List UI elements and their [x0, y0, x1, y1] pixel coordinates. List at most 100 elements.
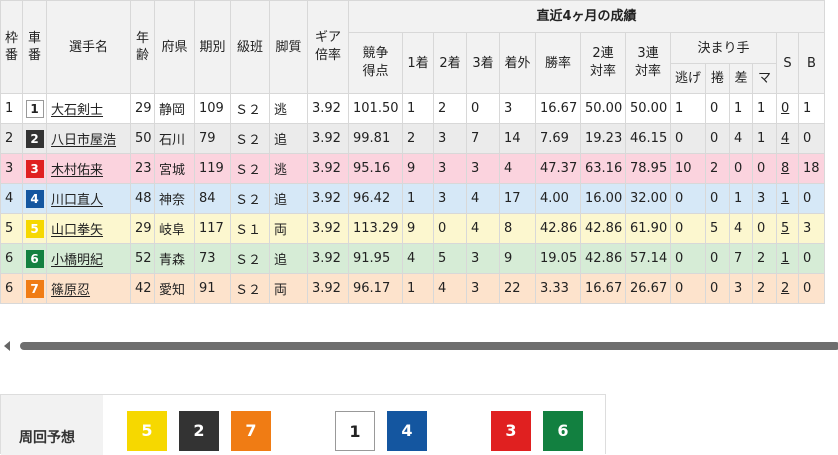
cell-third: 0 — [466, 93, 500, 124]
cell-name: 篠原忍 — [46, 273, 131, 304]
cell-term: 79 — [194, 123, 231, 154]
header-makuri: 捲 — [705, 63, 730, 94]
s-count-link[interactable]: 4 — [781, 131, 789, 146]
cell-waku: 2 — [0, 123, 23, 154]
header-name: 選手名 — [46, 0, 131, 94]
s-count-link[interactable]: 2 — [781, 281, 789, 296]
cell-second: 3 — [433, 153, 467, 184]
entry-table: 枠番 車番 選手名 年齢 府県 期別 級班 脚質 ギア倍率 直近4ヶ月の成績 競… — [0, 0, 825, 304]
cell-nige: 0 — [670, 123, 706, 154]
rider-name-link[interactable]: 川口直人 — [51, 193, 103, 208]
cell-pref: 愛知 — [154, 273, 195, 304]
prediction-bike-badge: 2 — [179, 411, 219, 451]
prediction-bike-badge: 5 — [127, 411, 167, 451]
cell-term: 84 — [194, 183, 231, 214]
cell-ren3: 50.00 — [625, 93, 671, 124]
cell-pref: 宮城 — [154, 153, 195, 184]
cell-sha: 1 — [22, 93, 47, 124]
cell-s: 5 — [776, 213, 799, 244]
cell-b: 3 — [798, 213, 825, 244]
entry-table-container: 枠番 車番 選手名 年齢 府県 期別 級班 脚質 ギア倍率 直近4ヶ月の成績 競… — [0, 0, 838, 320]
cell-ren3: 26.67 — [625, 273, 671, 304]
s-count-link[interactable]: 0 — [781, 101, 789, 116]
horizontal-scrollbar[interactable] — [0, 337, 838, 355]
s-count-link[interactable]: 1 — [781, 251, 789, 266]
cell-win: 47.37 — [535, 153, 581, 184]
cell-b: 1 — [798, 93, 825, 124]
cell-term: 117 — [194, 213, 231, 244]
cell-waku: 5 — [0, 213, 23, 244]
s-count-link[interactable]: 8 — [781, 161, 789, 176]
table-row: 3 3 木村佑来 23 宮城 119 Ｓ２ 逃 3.92 95.16 9 3 3… — [0, 153, 825, 184]
cell-waku: 1 — [0, 93, 23, 124]
cell-b: 0 — [798, 273, 825, 304]
rider-name-link[interactable]: 篠原忍 — [51, 283, 90, 298]
cell-out: 4 — [499, 153, 536, 184]
cell-nige: 0 — [670, 243, 706, 274]
header-third: 3着 — [466, 32, 500, 94]
cell-second: 4 — [433, 273, 467, 304]
cell-mark: 1 — [752, 93, 777, 124]
cell-s: 0 — [776, 93, 799, 124]
cell-name: 木村佑来 — [46, 153, 131, 184]
cell-leg: 追 — [269, 243, 308, 274]
header-second: 2着 — [433, 32, 467, 94]
cell-win: 19.05 — [535, 243, 581, 274]
header-b: B — [798, 32, 825, 94]
header-s: S — [776, 32, 799, 94]
cell-makuri: 0 — [705, 123, 730, 154]
cell-sashi: 4 — [729, 123, 753, 154]
cell-nige: 0 — [670, 183, 706, 214]
cell-second: 2 — [433, 93, 467, 124]
cell-age: 42 — [130, 273, 155, 304]
table-row: 1 1 大石剣士 29 静岡 109 Ｓ２ 逃 3.92 101.50 1 2 … — [0, 93, 825, 124]
header-score-label: 競争得点 — [362, 46, 389, 79]
cell-gear: 3.92 — [307, 213, 349, 244]
s-count-link[interactable]: 1 — [781, 191, 789, 206]
cell-sha: 2 — [22, 123, 47, 154]
cell-age: 52 — [130, 243, 155, 274]
cell-pref: 青森 — [154, 243, 195, 274]
cell-ren2: 16.67 — [580, 273, 626, 304]
cell-second: 0 — [433, 213, 467, 244]
cell-score: 96.17 — [348, 273, 403, 304]
header-ren3-label: 3連対率 — [634, 46, 661, 79]
header-sha: 車番 — [22, 0, 47, 94]
cell-nige: 10 — [670, 153, 706, 184]
prediction-bike-badge: 4 — [387, 411, 427, 451]
cell-age: 23 — [130, 153, 155, 184]
cell-out: 17 — [499, 183, 536, 214]
cell-first: 9 — [402, 213, 434, 244]
cell-score: 96.42 — [348, 183, 403, 214]
cell-ren2: 19.23 — [580, 123, 626, 154]
cell-waku: 6 — [0, 243, 23, 274]
cell-ren3: 78.95 — [625, 153, 671, 184]
s-count-link[interactable]: 5 — [781, 221, 789, 236]
header-pref: 府県 — [154, 0, 195, 94]
rider-name-link[interactable]: 木村佑来 — [51, 163, 103, 178]
cell-waku: 4 — [0, 183, 23, 214]
cell-waku: 3 — [0, 153, 23, 184]
cell-out: 8 — [499, 213, 536, 244]
cell-makuri: 0 — [705, 273, 730, 304]
cell-sha: 7 — [22, 273, 47, 304]
cell-ren3: 32.00 — [625, 183, 671, 214]
cell-ren3: 46.15 — [625, 123, 671, 154]
cell-class: Ｓ２ — [230, 93, 270, 124]
cell-nige: 1 — [670, 93, 706, 124]
cell-age: 29 — [130, 93, 155, 124]
cell-nige: 0 — [670, 273, 706, 304]
scroll-left-arrow-icon[interactable] — [4, 341, 10, 351]
cell-mark: 2 — [752, 273, 777, 304]
lap-prediction-panel: 周回予想 5 2 7 1 4 3 6 — [0, 394, 606, 455]
rider-name-link[interactable]: 小橋明紀 — [51, 253, 103, 268]
scrollbar-thumb[interactable] — [20, 342, 838, 350]
cell-class: Ｓ２ — [230, 153, 270, 184]
header-sha-label: 車番 — [28, 31, 42, 63]
cell-gear: 3.92 — [307, 93, 349, 124]
rider-name-link[interactable]: 八日市屋浩 — [51, 133, 116, 148]
cell-ren2: 42.86 — [580, 213, 626, 244]
cell-term: 109 — [194, 93, 231, 124]
rider-name-link[interactable]: 大石剣士 — [51, 103, 103, 118]
rider-name-link[interactable]: 山口拳矢 — [51, 223, 103, 238]
